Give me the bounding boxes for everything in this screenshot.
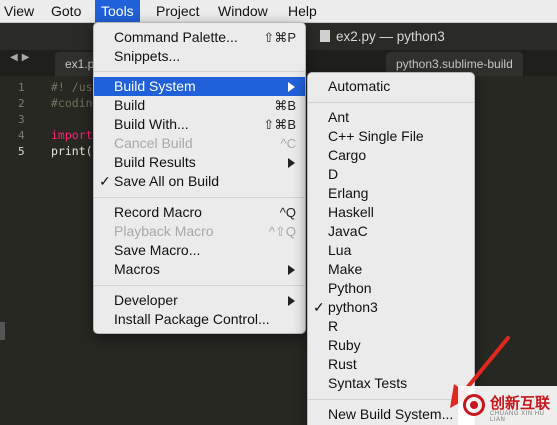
checkmark-icon: ✓ bbox=[313, 299, 325, 315]
menu-item-save-all-on-build[interactable]: ✓ Save All on Build bbox=[94, 172, 305, 191]
submenu-arrow-icon bbox=[288, 82, 295, 92]
menu-view[interactable]: View bbox=[0, 0, 40, 23]
build-system-python[interactable]: Python bbox=[308, 279, 474, 298]
watermark-text: 创新互联 bbox=[490, 395, 551, 412]
build-system-python3[interactable]: ✓ python3 bbox=[308, 298, 474, 317]
build-system-javac[interactable]: JavaC bbox=[308, 222, 474, 241]
menu-separator bbox=[94, 285, 305, 286]
line-number: 1 bbox=[18, 81, 25, 94]
menu-item-command-palette[interactable]: Command Palette... ⇧⌘P bbox=[94, 28, 305, 47]
menu-item-macros[interactable]: Macros bbox=[94, 260, 305, 279]
line-number: 3 bbox=[18, 113, 25, 126]
build-system-make[interactable]: Make bbox=[308, 260, 474, 279]
menu-item-build-system[interactable]: Build System bbox=[94, 77, 305, 96]
menubar: View Goto Tools Project Window Help bbox=[0, 0, 557, 23]
file-icon bbox=[320, 30, 330, 42]
menu-separator bbox=[94, 197, 305, 198]
build-system-cpp-single-file[interactable]: C++ Single File bbox=[308, 127, 474, 146]
menu-goto[interactable]: Goto bbox=[45, 0, 87, 23]
build-system-lua[interactable]: Lua bbox=[308, 241, 474, 260]
checkmark-icon: ✓ bbox=[99, 173, 111, 189]
code-line[interactable]: #! /us bbox=[51, 80, 93, 94]
menu-separator bbox=[94, 71, 305, 72]
line-number: 4 bbox=[18, 129, 25, 142]
menu-item-install-package-control[interactable]: Install Package Control... bbox=[94, 310, 305, 329]
tools-menu: Command Palette... ⇧⌘P Snippets... Build… bbox=[93, 22, 306, 334]
build-system-haskell[interactable]: Haskell bbox=[308, 203, 474, 222]
menu-item-build-results[interactable]: Build Results bbox=[94, 153, 305, 172]
submenu-arrow-icon bbox=[288, 265, 295, 275]
menu-project[interactable]: Project bbox=[150, 0, 206, 23]
submenu-arrow-icon bbox=[288, 296, 295, 306]
tab-nav-arrows-icon[interactable]: ◀▶ bbox=[10, 52, 33, 63]
code-line[interactable]: #codin bbox=[51, 96, 93, 110]
submenu-arrow-icon bbox=[288, 158, 295, 168]
menu-item-record-macro[interactable]: Record Macro ^Q bbox=[94, 203, 305, 222]
watermark-logo-icon bbox=[463, 394, 485, 416]
menu-item-cancel-build: Cancel Build ^C bbox=[114, 135, 296, 151]
menu-item-build[interactable]: Build ⌘B bbox=[94, 96, 305, 115]
menu-item-build-with[interactable]: Build With... ⇧⌘B bbox=[94, 115, 305, 134]
menu-tools[interactable]: Tools bbox=[95, 0, 140, 23]
menu-item-playback-macro: Playback Macro ^⇧Q bbox=[114, 223, 296, 239]
window-title: ex2.py — python3 bbox=[320, 23, 445, 50]
code-line[interactable]: import bbox=[51, 128, 93, 142]
menu-window[interactable]: Window bbox=[212, 0, 274, 23]
build-system-erlang[interactable]: Erlang bbox=[308, 184, 474, 203]
build-system-automatic[interactable]: Automatic bbox=[308, 77, 474, 96]
code-line[interactable]: print( bbox=[51, 144, 93, 158]
menu-item-developer[interactable]: Developer bbox=[94, 291, 305, 310]
scroll-indicator[interactable] bbox=[0, 322, 5, 340]
watermark: 创新互联 CHUANG XIN HU LIAN bbox=[458, 386, 557, 425]
line-number: 2 bbox=[18, 97, 25, 110]
build-system-d[interactable]: D bbox=[308, 165, 474, 184]
window-title-text: ex2.py — python3 bbox=[336, 29, 445, 44]
menu-item-save-macro[interactable]: Save Macro... bbox=[94, 241, 305, 260]
menu-item-snippets[interactable]: Snippets... bbox=[94, 47, 305, 66]
watermark-subtext: CHUANG XIN HU LIAN bbox=[490, 411, 545, 423]
build-system-ant[interactable]: Ant bbox=[308, 108, 474, 127]
line-number: 5 bbox=[18, 145, 25, 158]
build-system-cargo[interactable]: Cargo bbox=[308, 146, 474, 165]
menu-separator bbox=[308, 102, 474, 103]
menu-help[interactable]: Help bbox=[282, 0, 323, 23]
